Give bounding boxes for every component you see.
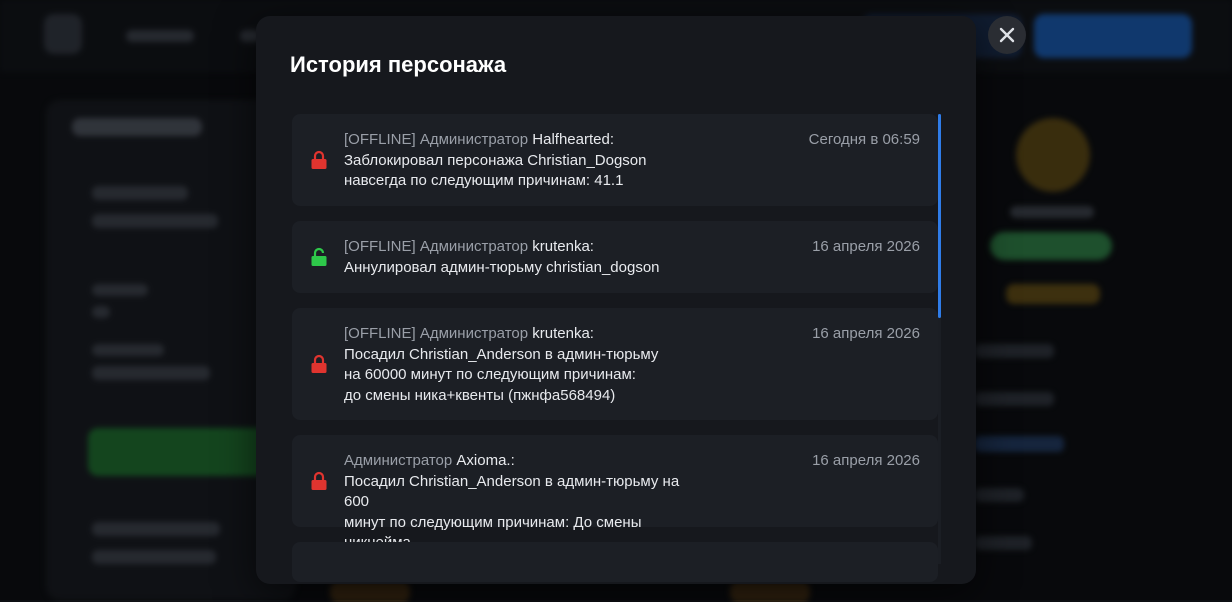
history-item: [OFFLINE] Администратор Halfhearted: Забл… bbox=[292, 114, 938, 206]
history-item-date: 16 апреля 2026 bbox=[812, 452, 920, 469]
history-item-date: Сегодня в 06:59 bbox=[808, 131, 920, 148]
history-item-header: [OFFLINE] Администратор Halfhearted: bbox=[344, 130, 704, 151]
history-item bbox=[292, 542, 938, 582]
admin-name: Halfhearted: bbox=[532, 131, 614, 148]
history-item-description: Посадил Christian_Anderson в админ-тюрьм… bbox=[344, 472, 680, 511]
history-item-date: 16 апреля 2026 bbox=[812, 325, 920, 342]
history-item-header: [OFFLINE] Администратор krutenka: bbox=[344, 237, 704, 258]
history-list[interactable]: [OFFLINE] Администратор Halfhearted: Забл… bbox=[292, 114, 938, 584]
history-item: Администратор Axioma.: Посадил Christian_… bbox=[292, 435, 938, 551]
history-item: [OFFLINE] Администратор krutenka: Посадил… bbox=[292, 308, 938, 420]
history-item-text: [OFFLINE] Администратор krutenka: Посадил… bbox=[344, 324, 704, 406]
close-icon bbox=[999, 27, 1015, 43]
scrollbar-thumb[interactable] bbox=[938, 114, 941, 318]
offline-status: [OFFLINE] bbox=[344, 325, 416, 342]
admin-name: Axioma.: bbox=[456, 452, 515, 469]
history-item-text: Администратор Axioma.: Посадил Christian_… bbox=[344, 451, 704, 554]
history-item-description: до смены ника+квенты (пжнфа568494) bbox=[344, 386, 616, 404]
history-modal: История персонажа [OFFLINE] Администрато… bbox=[256, 16, 976, 584]
history-item-description: на 60000 минут по следующим причинам: bbox=[344, 366, 636, 383]
history-item: [OFFLINE] Администратор krutenka: Аннулир… bbox=[292, 221, 938, 293]
history-item-header: Администратор Axioma.: bbox=[344, 451, 704, 472]
history-item-description: Заблокировал персонажа Christian_Dogson bbox=[344, 151, 647, 169]
admin-role: Администратор bbox=[419, 131, 529, 148]
admin-role: Администратор bbox=[344, 452, 453, 469]
admin-name: krutenka: bbox=[532, 325, 594, 342]
history-item-date: 16 апреля 2026 bbox=[812, 238, 920, 255]
admin-role: Администратор bbox=[419, 325, 529, 342]
history-item-description: Посадил Christian_Anderson в админ-тюрьм… bbox=[344, 345, 659, 363]
history-item-description: Аннулировал админ-тюрьму christian_dogso… bbox=[344, 258, 660, 276]
lock-closed-icon bbox=[310, 150, 328, 175]
lock-closed-icon bbox=[310, 471, 328, 496]
history-item-text: [OFFLINE] Администратор krutenka: Аннулир… bbox=[344, 237, 704, 278]
offline-status: [OFFLINE] bbox=[344, 238, 416, 255]
lock-closed-icon bbox=[310, 354, 328, 379]
history-item-header: [OFFLINE] Администратор krutenka: bbox=[344, 324, 704, 345]
modal-title: История персонажа bbox=[290, 52, 507, 77]
history-item-text: [OFFLINE] Администратор Halfhearted: Забл… bbox=[344, 130, 704, 192]
admin-name: krutenka: bbox=[532, 238, 594, 255]
history-item-description: навсегда по следующим причинам: 41.1 bbox=[344, 172, 624, 189]
close-button[interactable] bbox=[988, 16, 1026, 54]
admin-role: Администратор bbox=[419, 238, 529, 255]
lock-open-icon bbox=[310, 247, 328, 272]
offline-status: [OFFLINE] bbox=[344, 131, 416, 148]
